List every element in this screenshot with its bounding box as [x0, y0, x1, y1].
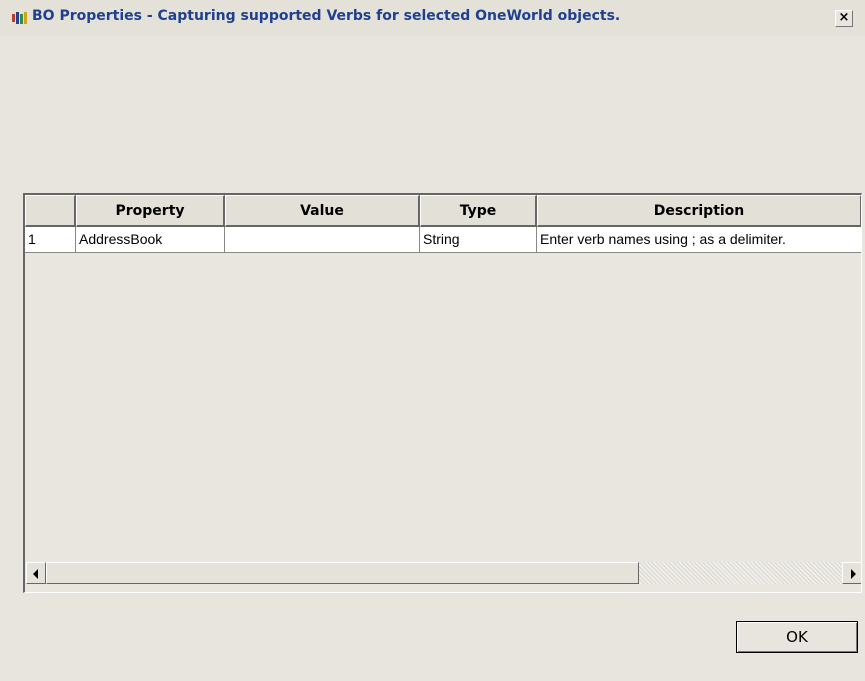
header-value[interactable]: Value — [225, 195, 420, 227]
dialog-window: BO Properties - Capturing supported Verb… — [0, 0, 865, 681]
window-title: BO Properties - Capturing supported Verb… — [32, 8, 621, 24]
scrollbar-track[interactable] — [639, 562, 842, 584]
scrollbar-thumb[interactable] — [46, 562, 639, 584]
ok-button[interactable]: OK — [736, 621, 858, 653]
arrow-left-icon — [33, 569, 38, 579]
scroll-right-button[interactable] — [842, 562, 861, 584]
header-rownum — [25, 195, 76, 227]
arrow-right-icon — [851, 569, 856, 579]
header-description[interactable]: Description — [537, 195, 861, 227]
row-number[interactable]: 1 — [25, 227, 76, 253]
grid-header-row: Property Value Type Description — [25, 195, 861, 227]
close-icon: × — [838, 10, 850, 25]
cell-type[interactable]: String — [420, 227, 537, 253]
scroll-left-button[interactable] — [26, 562, 46, 584]
cell-description[interactable]: Enter verb names using ; as a delimiter. — [537, 227, 861, 253]
app-icon — [12, 12, 28, 24]
title-bar[interactable]: BO Properties - Capturing supported Verb… — [0, 0, 865, 36]
header-property[interactable]: Property — [76, 195, 225, 227]
table-row[interactable]: 1 AddressBook String Enter verb names us… — [25, 227, 861, 253]
close-button[interactable]: × — [835, 10, 853, 27]
properties-grid: Property Value Type Description 1 Addres… — [23, 193, 862, 593]
cell-value[interactable] — [225, 227, 420, 253]
horizontal-scrollbar[interactable] — [26, 562, 861, 584]
header-type[interactable]: Type — [420, 195, 537, 227]
cell-property[interactable]: AddressBook — [76, 227, 225, 253]
